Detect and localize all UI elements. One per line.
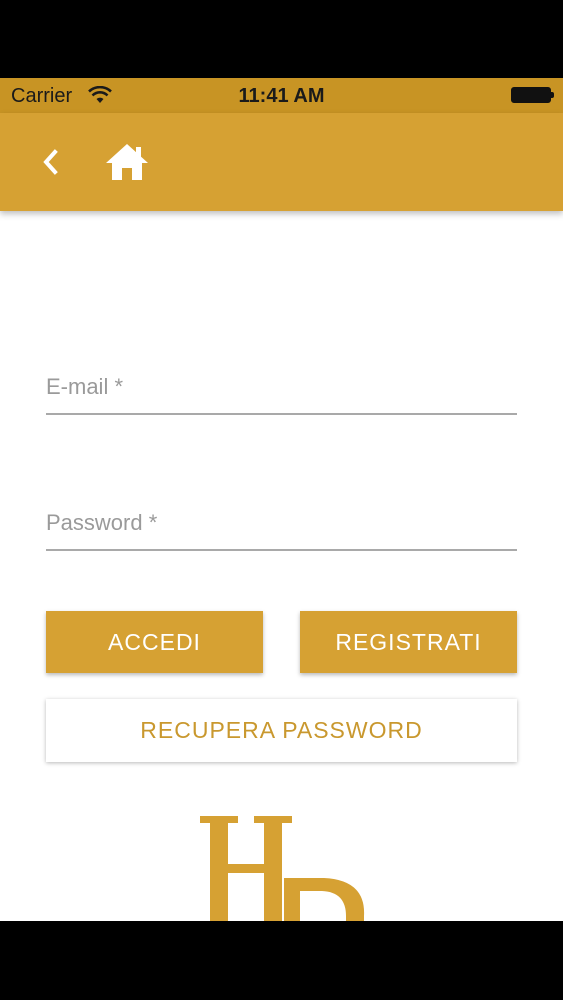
clock-time: 11:41 AM (238, 85, 325, 107)
app-screen: Carrier 11:41 AM ACCEDI REGISTRATI RECUP… (0, 78, 563, 921)
password-input[interactable] (46, 503, 517, 543)
email-field (46, 355, 517, 415)
status-bar: Carrier 11:41 AM (0, 78, 563, 113)
home-icon[interactable] (104, 142, 150, 182)
hb-logo (200, 816, 365, 921)
register-button[interactable]: REGISTRATI (300, 611, 517, 673)
recover-password-button[interactable]: RECUPERA PASSWORD (46, 699, 517, 762)
email-input[interactable] (46, 367, 517, 407)
login-button[interactable]: ACCEDI (46, 611, 263, 673)
chevron-left-icon[interactable] (36, 145, 66, 179)
battery-icon (511, 87, 554, 103)
app-bar (0, 113, 563, 211)
password-field (46, 491, 517, 551)
bottom-black-bar (0, 921, 563, 1000)
